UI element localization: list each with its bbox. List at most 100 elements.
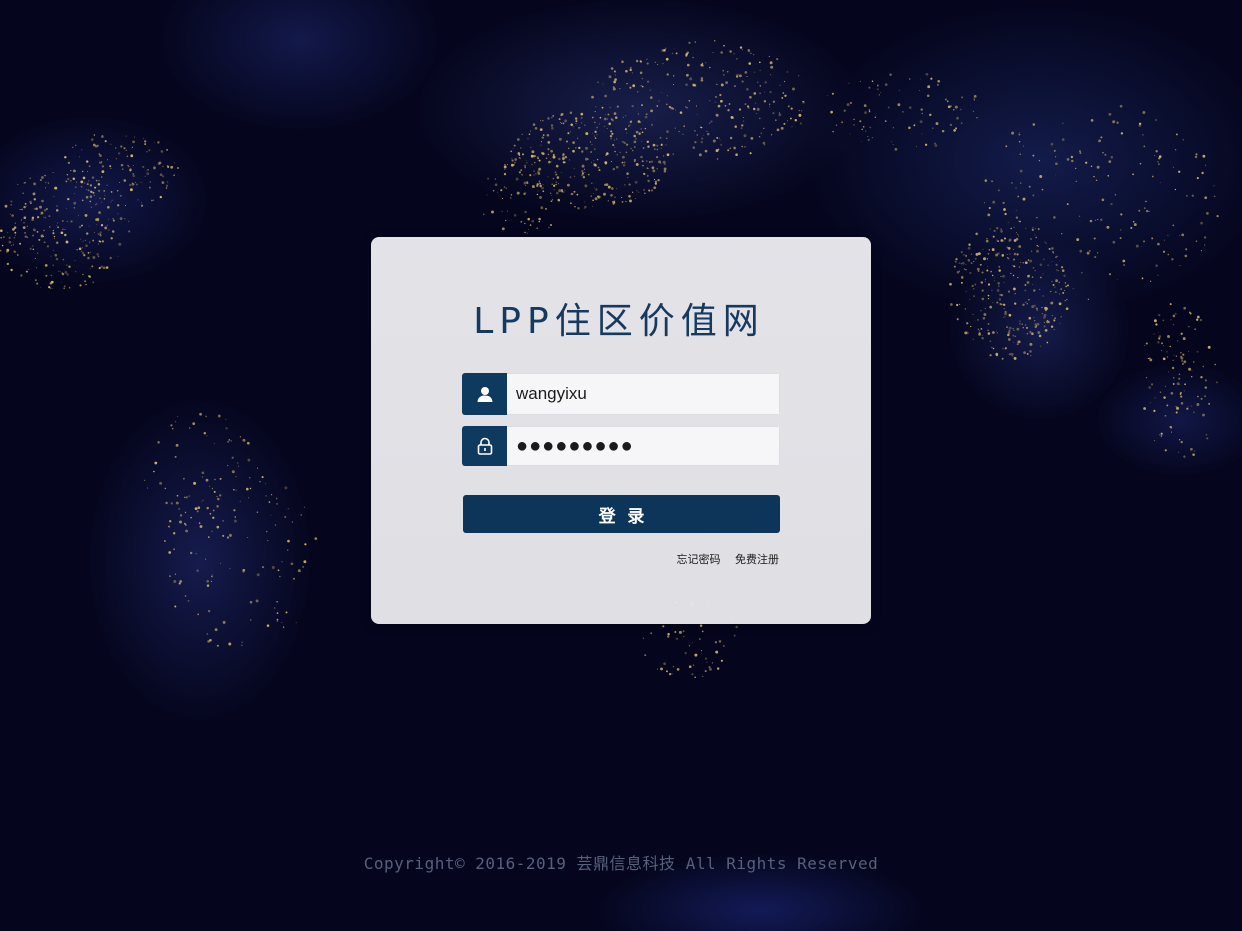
city-light-dot (614, 150, 616, 153)
city-light-dot (987, 266, 989, 267)
city-light-dot (733, 634, 736, 637)
city-light-dot (610, 194, 613, 197)
city-light-dot (747, 49, 750, 52)
password-field[interactable]: ●●●●●●●●● (462, 426, 780, 466)
city-light-dot (714, 641, 718, 644)
city-light-dot (624, 128, 627, 131)
city-light-dot (930, 77, 933, 80)
city-light-dot (65, 180, 68, 183)
city-light-dot (716, 136, 719, 139)
city-light-dot (533, 170, 536, 173)
city-light-dot (722, 73, 725, 76)
city-light-dot (540, 120, 542, 122)
city-light-dot (646, 167, 649, 169)
city-light-dot (128, 230, 131, 233)
city-light-dot (954, 105, 958, 109)
city-light-dot (189, 551, 193, 555)
username-field[interactable]: wangyixu (462, 373, 780, 415)
city-light-dot (1047, 264, 1049, 266)
city-light-dot (750, 137, 754, 140)
city-light-dot (667, 635, 670, 638)
city-light-dot (949, 282, 952, 286)
city-light-dot (688, 99, 691, 102)
city-light-dot (177, 167, 179, 169)
city-light-dot (666, 130, 669, 133)
city-light-dot (1153, 409, 1156, 413)
city-light-dot (981, 271, 984, 274)
city-light-dot (1004, 212, 1007, 216)
register-link[interactable]: 免费注册 (735, 553, 779, 566)
city-light-dot (991, 289, 993, 292)
city-light-dot (996, 227, 999, 230)
city-light-dot (1002, 274, 1005, 278)
city-light-dot (573, 175, 576, 177)
login-button[interactable]: 登 录 (463, 495, 780, 533)
city-light-dot (647, 145, 650, 148)
city-light-dot (89, 251, 92, 253)
city-light-dot (34, 258, 36, 259)
city-light-dot (1116, 121, 1119, 124)
city-light-dot (768, 103, 771, 105)
city-light-dot (936, 83, 939, 86)
city-light-dot (1188, 367, 1192, 371)
city-light-dot (165, 184, 169, 187)
city-light-dot (641, 160, 644, 163)
city-light-dot (541, 186, 544, 190)
city-light-dot (235, 476, 237, 478)
city-light-dot (93, 231, 96, 234)
city-light-dot (908, 126, 911, 130)
city-light-dot (536, 227, 539, 230)
city-light-dot (131, 146, 133, 148)
city-light-dot (1013, 252, 1017, 256)
city-light-dot (88, 275, 91, 278)
city-light-dot (1116, 278, 1118, 280)
city-light-dot (653, 178, 656, 181)
city-light-dot (997, 189, 1000, 192)
city-light-dot (700, 78, 704, 82)
city-light-dot (1032, 154, 1035, 157)
city-light-dot (587, 173, 590, 176)
city-light-dot (871, 80, 874, 83)
city-light-dot (1183, 390, 1185, 392)
city-light-dot (1196, 403, 1200, 406)
city-light-dot (626, 143, 629, 146)
city-light-dot (1035, 228, 1036, 230)
city-light-dot (282, 626, 285, 628)
password-input[interactable]: ●●●●●●●●● (507, 426, 780, 466)
city-light-dot (655, 155, 659, 159)
city-light-dot (188, 427, 191, 429)
city-light-dot (39, 205, 42, 209)
username-input[interactable]: wangyixu (507, 373, 780, 415)
city-light-dot (1099, 218, 1103, 222)
city-light-dot (123, 147, 126, 150)
city-light-dot (1000, 228, 1002, 230)
city-light-dot (706, 132, 710, 136)
city-light-dot (552, 114, 555, 117)
city-light-dot (583, 168, 585, 171)
city-light-dot (578, 146, 581, 150)
city-light-dot (1095, 179, 1098, 182)
city-light-dot (580, 122, 583, 124)
city-light-dot (222, 520, 224, 522)
city-light-dot (551, 199, 554, 201)
city-light-dot (1167, 234, 1169, 236)
city-light-dot (960, 263, 962, 265)
city-light-dot (572, 149, 575, 153)
city-light-dot (610, 161, 612, 162)
city-light-dot (1119, 104, 1123, 108)
city-light-dot (746, 87, 749, 91)
city-light-dot (43, 236, 45, 238)
city-light-dot (85, 195, 89, 199)
city-light-dot (209, 486, 211, 488)
city-light-dot (256, 467, 259, 469)
city-light-dot (14, 222, 16, 224)
city-light-dot (675, 109, 677, 111)
city-light-dot (647, 175, 649, 177)
city-light-dot (656, 148, 659, 151)
city-light-dot (699, 624, 703, 627)
city-light-dot (551, 194, 552, 196)
city-light-dot (276, 503, 278, 505)
city-light-dot (44, 264, 48, 267)
forgot-password-link[interactable]: 忘记密码 (677, 553, 721, 566)
city-light-dot (597, 166, 600, 169)
